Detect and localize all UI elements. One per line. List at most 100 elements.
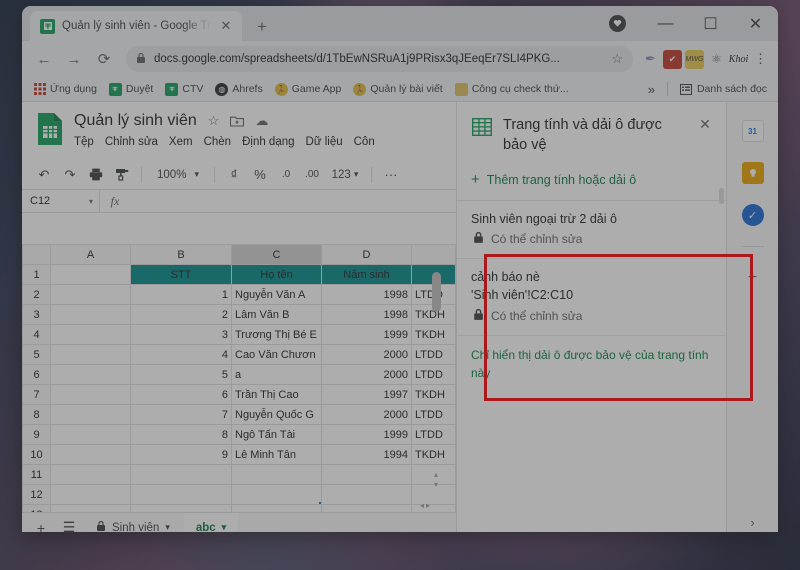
back-icon[interactable]: ← [30,45,58,73]
all-sheets-button[interactable]: ☰ [56,515,82,532]
bookmark-cong-cu-check[interactable]: Công cụ check thứ... [450,81,574,98]
cell-d9[interactable]: 1999 [321,424,412,445]
add-sheet-or-range-button[interactable]: + Thêm trang tính hoặc dải ô [457,165,726,200]
cell-c9[interactable]: Ngô Tấn Tài [231,424,322,445]
google-keep-icon[interactable] [741,162,764,184]
increase-decimal-button[interactable]: .00 [300,163,324,187]
bookmark-game-app[interactable]: 🏃 Game App [270,81,347,98]
google-calendar-icon[interactable]: 31 [741,120,764,142]
cell-b5[interactable]: 4 [130,344,232,365]
cell-d5[interactable]: 2000 [321,344,412,365]
currency-format-button[interactable]: ₫ [222,163,246,187]
add-sheet-button[interactable]: + [28,515,54,533]
row-header-6[interactable]: 6 [22,364,51,385]
row-header-2[interactable]: 2 [22,284,51,305]
bookmark-ahrefs[interactable]: ◍ Ahrefs [210,81,267,98]
panel-scrollbar[interactable] [719,188,724,204]
star-icon[interactable]: ☆ [208,113,220,129]
name-box[interactable]: C12 ▾ [22,190,100,212]
row-header-13[interactable]: 13 [22,504,51,512]
redo-icon[interactable]: ↷ [58,163,82,187]
new-tab-button[interactable]: + [248,13,276,41]
more-options-icon[interactable]: ··· [379,163,403,187]
cell-a10[interactable] [50,444,131,465]
forward-icon[interactable]: → [60,45,88,73]
row-header-3[interactable]: 3 [22,304,51,325]
percent-format-button[interactable]: % [248,163,272,187]
cell-e9[interactable]: LTDD [411,424,456,445]
cell-c8[interactable]: Nguyễn Quốc G [231,404,322,425]
cell-d4[interactable]: 1999 [321,324,412,345]
cell-b3[interactable]: 2 [130,304,232,325]
checkmark-extension-icon[interactable]: ✔ [663,49,682,69]
cell-c6[interactable]: a [231,364,322,385]
cell-b8[interactable]: 7 [130,404,232,425]
row-header-10[interactable]: 10 [22,444,51,465]
row-header-7[interactable]: 7 [22,384,51,405]
list-item[interactable]: Sinh viên ngoại trừ 2 dải ô Có thể chỉnh… [457,201,726,260]
menu-tep[interactable]: Tệp [74,136,94,148]
cell-c3[interactable]: Lâm Văn B [231,304,322,325]
bookmark-ctv[interactable]: CTV [160,81,208,98]
cell-d2[interactable]: 1998 [321,284,412,305]
cell-d12[interactable] [321,484,412,505]
menu-dinh-dang[interactable]: Định dạng [242,136,294,148]
row-header-4[interactable]: 4 [22,324,51,345]
cell-a2[interactable] [50,284,131,305]
cell-b12[interactable] [130,484,232,505]
chevron-down-icon[interactable]: ▾ [165,522,170,532]
puzzle-extension-icon[interactable]: ⚛ [707,50,726,69]
cell-b7[interactable]: 6 [130,384,232,405]
column-header-b[interactable]: B [130,244,232,265]
bookmark-star-icon[interactable]: ☆ [611,51,623,67]
address-bar[interactable]: docs.google.com/spreadsheets/d/1TbEwNSRu… [126,46,633,72]
sheet-tab-abc[interactable]: abc ▾ [183,512,239,532]
undo-icon[interactable]: ↶ [32,163,56,187]
reading-list-button[interactable]: Danh sách đọc [675,81,772,98]
corner-cell[interactable] [22,244,51,265]
column-header-c[interactable]: C [231,244,322,265]
cell-a3[interactable] [50,304,131,325]
bookmark-duyet[interactable]: Duyệt [104,81,158,98]
bookmark-apps[interactable]: Ứng dụng [28,81,102,98]
print-icon[interactable] [84,163,108,187]
minimize-button[interactable]: — [643,6,688,41]
row-header-11[interactable]: 11 [22,464,51,485]
move-folder-icon[interactable] [230,115,245,127]
profile-avatar[interactable]: Khoi [729,50,748,69]
cell-a8[interactable] [50,404,131,425]
menu-chen[interactable]: Chèn [204,136,232,148]
bookmark-quan-ly-bai-viet[interactable]: 🏃 Quản lý bài viết [348,81,447,98]
close-window-button[interactable]: ✕ [733,6,778,41]
paint-format-icon[interactable] [110,163,134,187]
cell-c2[interactable]: Nguyễn Văn A [231,284,322,305]
number-format-selector[interactable]: 123 ▾ [326,164,364,186]
cell-a13[interactable] [50,504,131,512]
grid-scroll-arrows[interactable]: ▴ ▾ [430,470,442,490]
cell-a5[interactable] [50,344,131,365]
cell-c7[interactable]: Trần Thị Cao [231,384,322,405]
column-header-d[interactable]: D [321,244,412,265]
browser-tab[interactable]: Quản lý sinh viên - Google Trang ✕ [30,11,242,41]
cell-e10[interactable]: TKDH [411,444,456,465]
cell-b11[interactable] [130,464,232,485]
cell-e8[interactable]: LTDD [411,404,456,425]
cell-c5[interactable]: Cao Văn Chươn [231,344,322,365]
page-title[interactable]: Quản lý sinh viên [74,112,197,130]
cell-a6[interactable] [50,364,131,385]
menu-xem[interactable]: Xem [169,136,193,148]
cell-c13[interactable] [231,504,322,512]
cell-b10[interactable]: 9 [130,444,232,465]
cell-e4[interactable]: TKDH [411,324,456,345]
expand-rail-icon[interactable]: › [750,515,754,530]
feather-extension-icon[interactable]: ✒ [641,50,660,69]
cell-d11[interactable] [321,464,412,485]
row-header-1[interactable]: 1 [22,264,51,285]
cell-a1[interactable] [50,264,131,285]
cell-d7[interactable]: 1997 [321,384,412,405]
cell-c10[interactable]: Lê Minh Tân [231,444,322,465]
list-item[interactable]: cảnh báo nè 'Sinh viên'!C2:C10 Có thể ch… [457,259,726,336]
row-header-5[interactable]: 5 [22,344,51,365]
zoom-selector[interactable]: 100% ▾ [149,164,207,186]
cell-e7[interactable]: TKDH [411,384,456,405]
